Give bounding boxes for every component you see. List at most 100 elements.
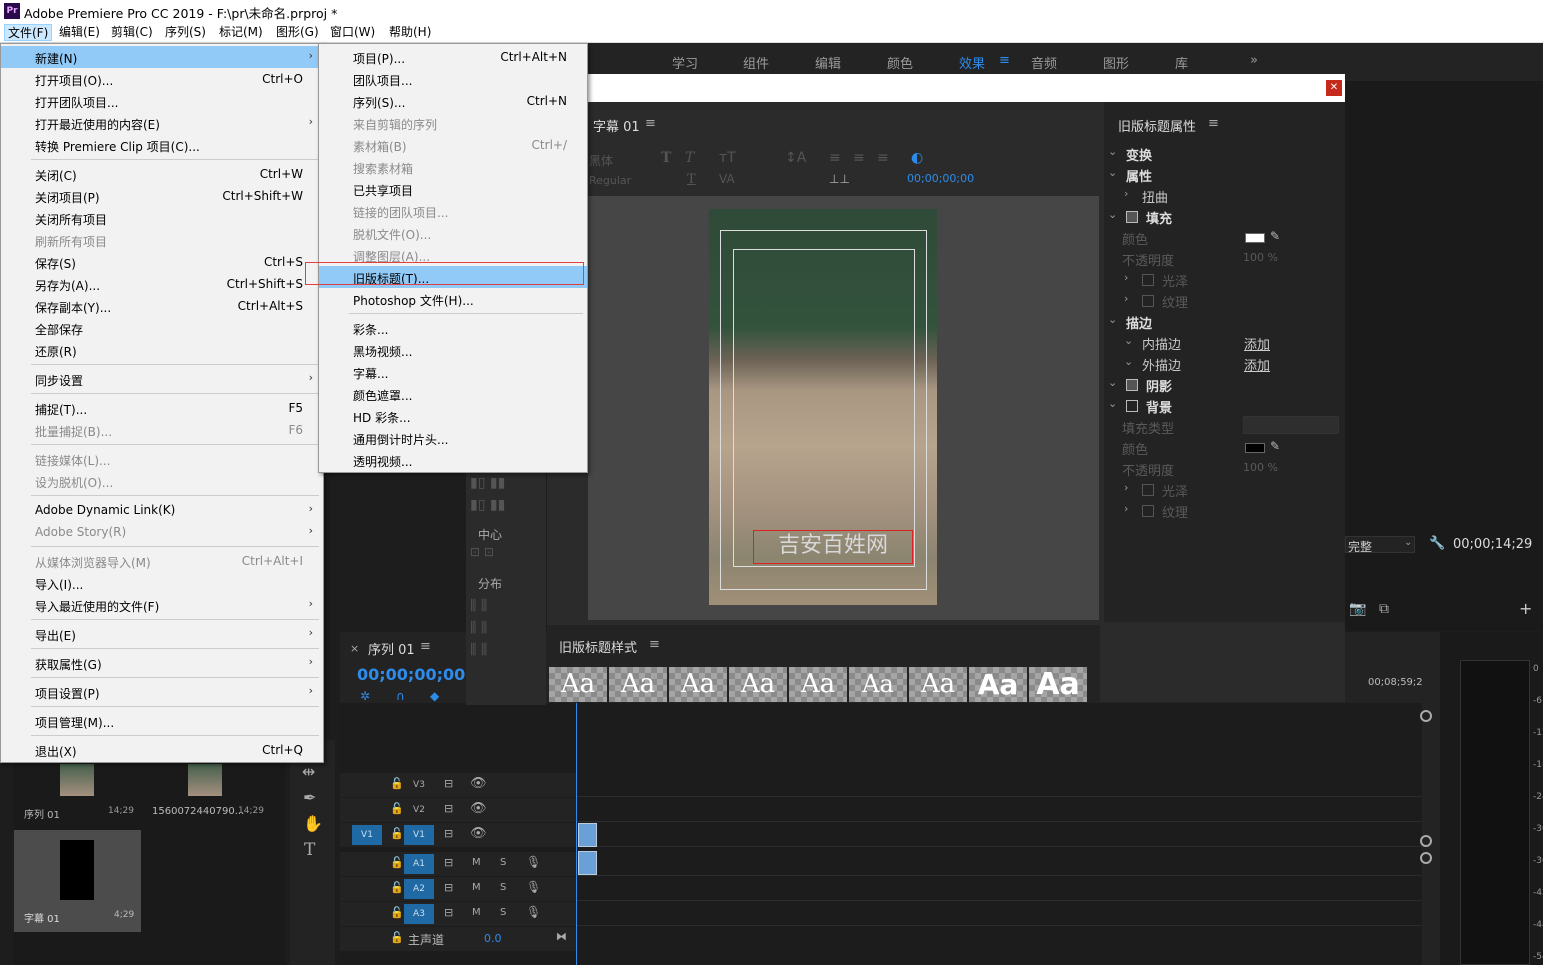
align-tools-icon[interactable]: ▮▯ ▮▮ [470, 475, 505, 491]
file_menu-item[interactable]: 全部保存 [1, 317, 323, 339]
title-style-swatch[interactable]: Aa [1029, 667, 1087, 702]
align-tools-icon[interactable]: ▮▯ ▮▮ [470, 497, 505, 513]
sequence-tab[interactable]: 序列 01 [368, 639, 415, 658]
scroll-handle[interactable] [1420, 710, 1432, 722]
camera-icon[interactable]: 📷 [1349, 601, 1366, 617]
panel-menu-icon[interactable]: ≡ [649, 637, 660, 652]
leading-icon[interactable]: ↕A [785, 150, 806, 166]
file_menu-item[interactable]: 导入(I)... [1, 572, 323, 594]
new_menu-item[interactable]: 项目(P)... Ctrl+Alt+N [319, 46, 587, 68]
title-style-swatch[interactable]: Aa [609, 667, 667, 702]
new_menu-item[interactable]: 字幕... [319, 361, 587, 383]
mute-button[interactable]: M [472, 882, 481, 893]
add-stroke-link[interactable]: 添加 [1244, 334, 1270, 353]
checkbox[interactable] [1126, 379, 1138, 391]
file_menu-item[interactable]: 设为脱机(O)... [1, 470, 323, 492]
subtitle-text-box[interactable]: 吉安百姓网 [753, 530, 913, 564]
eye-icon[interactable]: 👁 [470, 801, 487, 816]
fit-dropdown[interactable]: 完整 ⌄ [1345, 536, 1415, 554]
file_menu-item[interactable]: 打开项目(O)... Ctrl+O [1, 68, 323, 90]
new_menu-item[interactable]: 通用倒计时片头... [319, 427, 587, 449]
checkbox[interactable] [1142, 484, 1154, 496]
checkbox[interactable] [1142, 505, 1154, 517]
title-style-swatch[interactable]: Aa [669, 667, 727, 702]
go-to-end-icon[interactable]: ⧓ [556, 930, 567, 943]
chevron-down-icon[interactable]: ⌄ [1108, 313, 1117, 326]
solo-button[interactable]: S [500, 857, 506, 868]
workspace-tab[interactable]: 编辑 [815, 53, 841, 72]
fill-type-dropdown[interactable] [1243, 416, 1339, 434]
file_menu-item[interactable]: 刷新所有项目 [1, 229, 323, 251]
property-value[interactable]: 100 % [1243, 461, 1278, 474]
mute-button[interactable]: M [472, 857, 481, 868]
align-center-icon[interactable]: ≡ [853, 150, 865, 166]
source-patch[interactable]: V1 [352, 825, 382, 845]
font-size-icon[interactable]: ᴛT [719, 150, 736, 166]
audio-clip[interactable] [578, 851, 597, 875]
scroll-handle[interactable] [1420, 835, 1432, 847]
menubar-item[interactable]: 帮助(H) [386, 24, 434, 41]
new_menu-item[interactable]: 来自剪辑的序列 [319, 112, 587, 134]
file_menu-item[interactable]: 导出(E) › [1, 623, 323, 645]
color-swatch[interactable] [1245, 233, 1265, 243]
solo-button[interactable]: S [500, 882, 506, 893]
file_menu-item[interactable]: 捕捉(T)... F5 [1, 397, 323, 419]
file_menu-item[interactable]: 退出(X) Ctrl+Q [1, 739, 323, 761]
compare-icon[interactable]: ⧉ [1379, 601, 1389, 617]
workspace-tab[interactable]: 学习 [672, 53, 698, 72]
file_menu-item[interactable]: 还原(R) [1, 339, 323, 361]
new_menu-item[interactable]: 彩条... [319, 317, 587, 339]
checkbox[interactable] [1142, 295, 1154, 307]
chevron-down-icon[interactable]: ⌄ [1124, 355, 1133, 368]
panel-menu-icon[interactable]: ≡ [1208, 116, 1219, 131]
chevron-right-icon[interactable]: › [1124, 502, 1128, 515]
eyedropper-icon[interactable]: ✎ [1270, 229, 1280, 243]
menubar-item[interactable]: 编辑(E) [56, 24, 103, 41]
file_menu-item[interactable]: 转换 Premiere Clip 项目(C)... [1, 134, 323, 156]
microphone-icon[interactable]: 🎙 [526, 855, 541, 869]
chevron-right-icon[interactable]: › [1124, 292, 1128, 305]
menubar-item[interactable]: 文件(F) [4, 24, 53, 41]
snap-icon[interactable]: ✲ [360, 689, 370, 703]
bold-icon[interactable]: T [661, 150, 671, 166]
track-target[interactable]: V2 [404, 800, 434, 820]
file_menu-item[interactable]: 导入最近使用的文件(F) › [1, 594, 323, 616]
sync-lock-icon[interactable]: ⊟ [444, 827, 453, 840]
sequence-timecode[interactable]: 00;00;00;00 [357, 665, 465, 684]
menubar-item[interactable]: 标记(M) [216, 24, 266, 41]
file_menu-item[interactable]: 保存(S) Ctrl+S [1, 251, 323, 273]
sync-lock-icon[interactable]: ⊟ [444, 802, 453, 815]
chevron-down-icon[interactable]: ⌄ [1108, 376, 1117, 389]
file_menu-item[interactable]: 关闭项目(P) Ctrl+Shift+W [1, 185, 323, 207]
eye-icon[interactable]: 👁 [470, 826, 487, 841]
align-right-icon[interactable]: ≡ [877, 150, 889, 166]
track-target[interactable]: V1 [404, 825, 434, 845]
lock-icon[interactable]: 🔓 [390, 856, 404, 869]
kerning-icon[interactable]: VA [719, 172, 735, 186]
chevron-down-icon[interactable]: ⌄ [1108, 208, 1117, 221]
property-value[interactable]: 100 % [1243, 251, 1278, 264]
new_menu-item[interactable]: Photoshop 文件(H)... [319, 288, 587, 310]
track-target[interactable]: A3 [404, 904, 434, 924]
file_menu-item[interactable]: Adobe Dynamic Link(K) › [1, 499, 323, 521]
hand-icon[interactable]: ✋ [303, 814, 323, 833]
track-target[interactable]: A1 [404, 854, 434, 874]
project-thumb-1[interactable] [60, 764, 94, 796]
workspace-tab[interactable]: 颜色 [887, 53, 913, 72]
file_menu-item[interactable]: 获取属性(G) › [1, 652, 323, 674]
file_menu-item[interactable]: 另存为(A)... Ctrl+Shift+S [1, 273, 323, 295]
type-tool-icon[interactable]: T [304, 840, 315, 860]
chevron-down-icon[interactable]: ⌄ [1108, 397, 1117, 410]
new_menu-item[interactable]: 已共享项目 [319, 178, 587, 200]
new_menu-item[interactable]: HD 彩条... [319, 405, 587, 427]
pen-icon[interactable]: ✒ [303, 788, 316, 807]
new_menu-item[interactable]: 透明视频... [319, 449, 587, 471]
new_menu-item[interactable]: 素材箱(B) Ctrl+/ [319, 134, 587, 156]
file_menu-item[interactable]: 从媒体浏览器导入(M) Ctrl+Alt+I [1, 550, 323, 572]
title-style-swatch[interactable]: Aa [789, 667, 847, 702]
file_menu-item[interactable]: 链接媒体(L)... [1, 448, 323, 470]
linked-selection-icon[interactable]: ∩ [396, 689, 405, 703]
checkbox[interactable] [1142, 274, 1154, 286]
solo-button[interactable]: S [500, 907, 506, 918]
title-tab[interactable]: 字幕 01 [593, 116, 640, 135]
